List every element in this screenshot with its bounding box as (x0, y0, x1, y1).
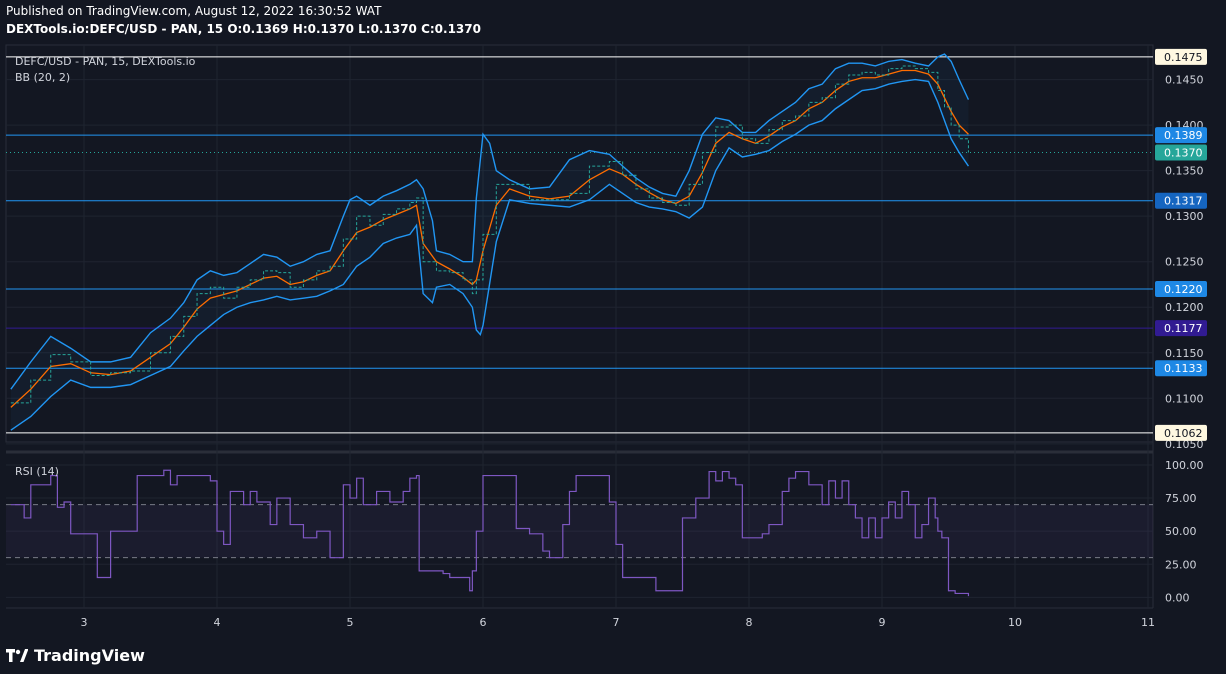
level-price-label: 0.1062 (1164, 427, 1203, 440)
rsi-band-fill (6, 504, 1153, 558)
level-price-label: 0.1475 (1164, 51, 1203, 64)
chart-canvas[interactable]: 3 4 5 6 7 8 9 10 110.10500.11000.11500.12000.125… (0, 0, 1226, 674)
x-tick-label: 9 (879, 616, 886, 629)
level-price-label: 0.1133 (1164, 362, 1203, 375)
bb-indicator-title: BB (20, 2) (15, 71, 70, 84)
price-tick-label: 0.1350 (1165, 165, 1204, 178)
rsi-tick-label: 25.00 (1165, 558, 1197, 571)
x-tick-label: 6 (480, 616, 487, 629)
tradingview-logo-icon (6, 648, 28, 662)
level-price-label: 0.1317 (1164, 195, 1203, 208)
level-price-label: 0.1220 (1164, 283, 1203, 296)
last-price-label: 0.1370 (1164, 146, 1203, 159)
price-tick-label: 0.1450 (1165, 74, 1204, 87)
price-tick-label: 0.1300 (1165, 210, 1204, 223)
x-tick-label: 11 (1141, 616, 1155, 629)
price-tick-label: 0.1200 (1165, 301, 1204, 314)
rsi-tick-label: 100.00 (1165, 459, 1204, 472)
price-tick-label: 0.1150 (1165, 347, 1204, 360)
rsi-layer (6, 469, 1153, 597)
x-tick-label: 4 (214, 616, 221, 629)
rsi-tick-label: 50.00 (1165, 525, 1197, 538)
level-price-label: 0.1389 (1164, 129, 1203, 142)
x-tick-label: 5 (347, 616, 354, 629)
price-tick-label: 0.1250 (1165, 256, 1204, 269)
x-tick-label: 7 (613, 616, 620, 629)
main-pane-title: DEFC/USD - PAN, 15, DEXTools.io (15, 55, 196, 68)
rsi-indicator-title: RSI (14) (15, 465, 59, 478)
tradingview-wordmark: TradingView (34, 646, 145, 665)
level-price-label: 0.1177 (1164, 322, 1203, 335)
x-tick-label: 10 (1008, 616, 1022, 629)
x-tick-label: 8 (746, 616, 753, 629)
x-tick-label: 3 (81, 616, 88, 629)
main-pane-frame (5, 44, 1154, 443)
price-tick-label: 0.1100 (1165, 392, 1204, 405)
rsi-tick-label: 75.00 (1165, 492, 1197, 505)
horizontal-levels (6, 56, 1153, 434)
tradingview-branding[interactable]: TradingView (6, 646, 145, 665)
rsi-tick-label: 0.00 (1165, 591, 1190, 604)
